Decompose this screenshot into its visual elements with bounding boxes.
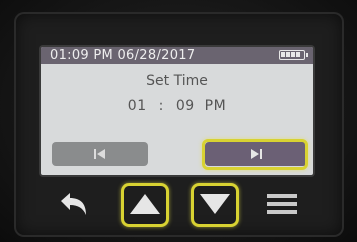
back-button[interactable] (53, 187, 93, 221)
back-arrow-icon (61, 193, 86, 215)
status-datetime: 01:09 PM 06/28/2017 (50, 48, 196, 63)
battery-icon (279, 50, 308, 60)
up-triangle-icon (130, 194, 160, 214)
menu-button[interactable] (262, 187, 302, 221)
down-triangle-icon (200, 194, 230, 214)
device-body: 01:09 PM 06/28/2017 Set Time 01:09 PM (0, 0, 357, 242)
hour-value[interactable]: 01 (128, 98, 147, 114)
time-separator: : (158, 98, 164, 114)
previous-button[interactable] (52, 142, 148, 166)
down-button[interactable] (195, 187, 235, 221)
lcd-screen: 01:09 PM 06/28/2017 Set Time 01:09 PM (41, 47, 313, 175)
menu-icon (267, 194, 297, 214)
time-value: 01:09 PM (41, 98, 313, 114)
skip-next-icon (251, 149, 262, 159)
up-button[interactable] (125, 187, 165, 221)
skip-previous-icon (94, 149, 105, 159)
next-button[interactable] (205, 142, 307, 166)
ampm-value[interactable]: PM (205, 98, 227, 114)
status-bar: 01:09 PM 06/28/2017 (41, 47, 313, 64)
screen-title: Set Time (146, 73, 208, 89)
minute-value[interactable]: 09 (176, 98, 195, 114)
